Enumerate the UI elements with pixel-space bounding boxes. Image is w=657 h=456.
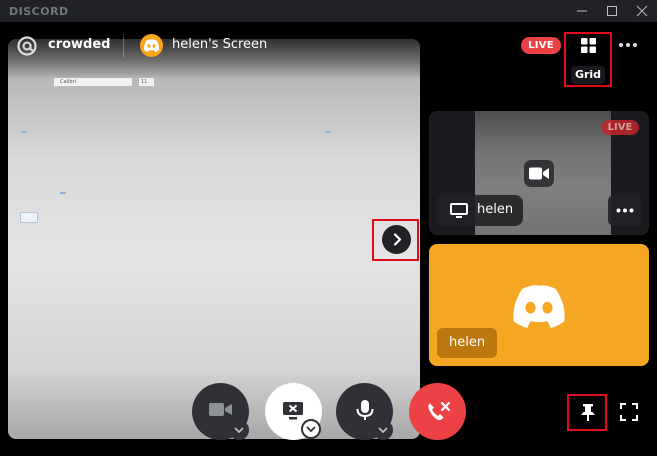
shared-doc-widget — [20, 212, 38, 223]
participant-name: helen — [477, 202, 514, 217]
participant-tile-helen-stream[interactable]: LIVE helen — [429, 111, 649, 235]
chevron-down-icon — [378, 427, 388, 434]
maximize-icon — [607, 6, 617, 16]
close-icon — [636, 5, 648, 17]
camera-options-button[interactable] — [229, 420, 249, 440]
fullscreen-icon[interactable] — [619, 402, 639, 422]
video-camera-icon — [209, 403, 232, 416]
header-divider — [123, 34, 124, 58]
monitor-icon — [450, 203, 468, 218]
discord-logo-icon — [513, 285, 565, 328]
participant-name: helen — [449, 335, 486, 350]
disconnect-button[interactable] — [409, 383, 466, 440]
participant-name-chip: helen — [437, 328, 497, 358]
at-icon — [17, 36, 37, 56]
microphone-icon — [356, 400, 374, 420]
shared-doc-mark — [60, 192, 66, 194]
pin-button[interactable] — [567, 394, 607, 431]
more-horizontal-icon[interactable] — [618, 38, 638, 52]
tile-camera-indicator — [524, 160, 554, 187]
discord-logo-icon — [143, 39, 160, 52]
next-stream-button[interactable] — [372, 219, 419, 261]
participant-tile-helen[interactable]: helen — [429, 244, 649, 366]
grid-tooltip: Grid — [566, 66, 610, 84]
discord-wordmark: DISCORD — [9, 5, 69, 18]
minimize-icon — [577, 10, 587, 12]
chevron-right-icon — [393, 233, 402, 246]
close-window-button[interactable] — [627, 0, 657, 22]
shared-doc-mark — [325, 131, 331, 133]
main-stream-view[interactable]: Calibri 11 — [8, 39, 420, 439]
shared-doc-size-box: 11 — [139, 78, 154, 86]
grid-tooltip-label: Grid — [571, 66, 605, 84]
minimize-button[interactable] — [567, 0, 597, 22]
chevron-down-icon — [306, 426, 316, 433]
more-horizontal-icon — [616, 208, 634, 213]
hang-up-icon — [428, 401, 451, 421]
chevron-down-icon — [234, 427, 244, 434]
stop-screen-share-icon — [283, 402, 303, 420]
channel-name: crowded — [48, 37, 111, 52]
tile-live-badge: LIVE — [601, 120, 639, 135]
microphone-options-button[interactable] — [373, 420, 393, 440]
title-bar: DISCORD — [0, 0, 657, 22]
video-camera-icon — [529, 167, 549, 180]
streamer-avatar[interactable] — [140, 34, 163, 57]
stream-title: helen's Screen — [172, 37, 268, 52]
shared-doc-mark — [21, 131, 27, 133]
shared-doc-font-box: Calibri — [54, 78, 132, 86]
participant-name-chip: helen — [436, 195, 523, 226]
tile-more-button[interactable] — [608, 195, 641, 226]
maximize-button[interactable] — [597, 0, 627, 22]
pin-icon — [581, 404, 595, 421]
grid-view-button[interactable]: Grid — [564, 32, 612, 87]
live-badge: LIVE — [521, 37, 561, 54]
grid-icon — [581, 38, 596, 53]
next-stream-circle — [382, 225, 411, 254]
screen-share-options-button[interactable] — [301, 419, 321, 439]
